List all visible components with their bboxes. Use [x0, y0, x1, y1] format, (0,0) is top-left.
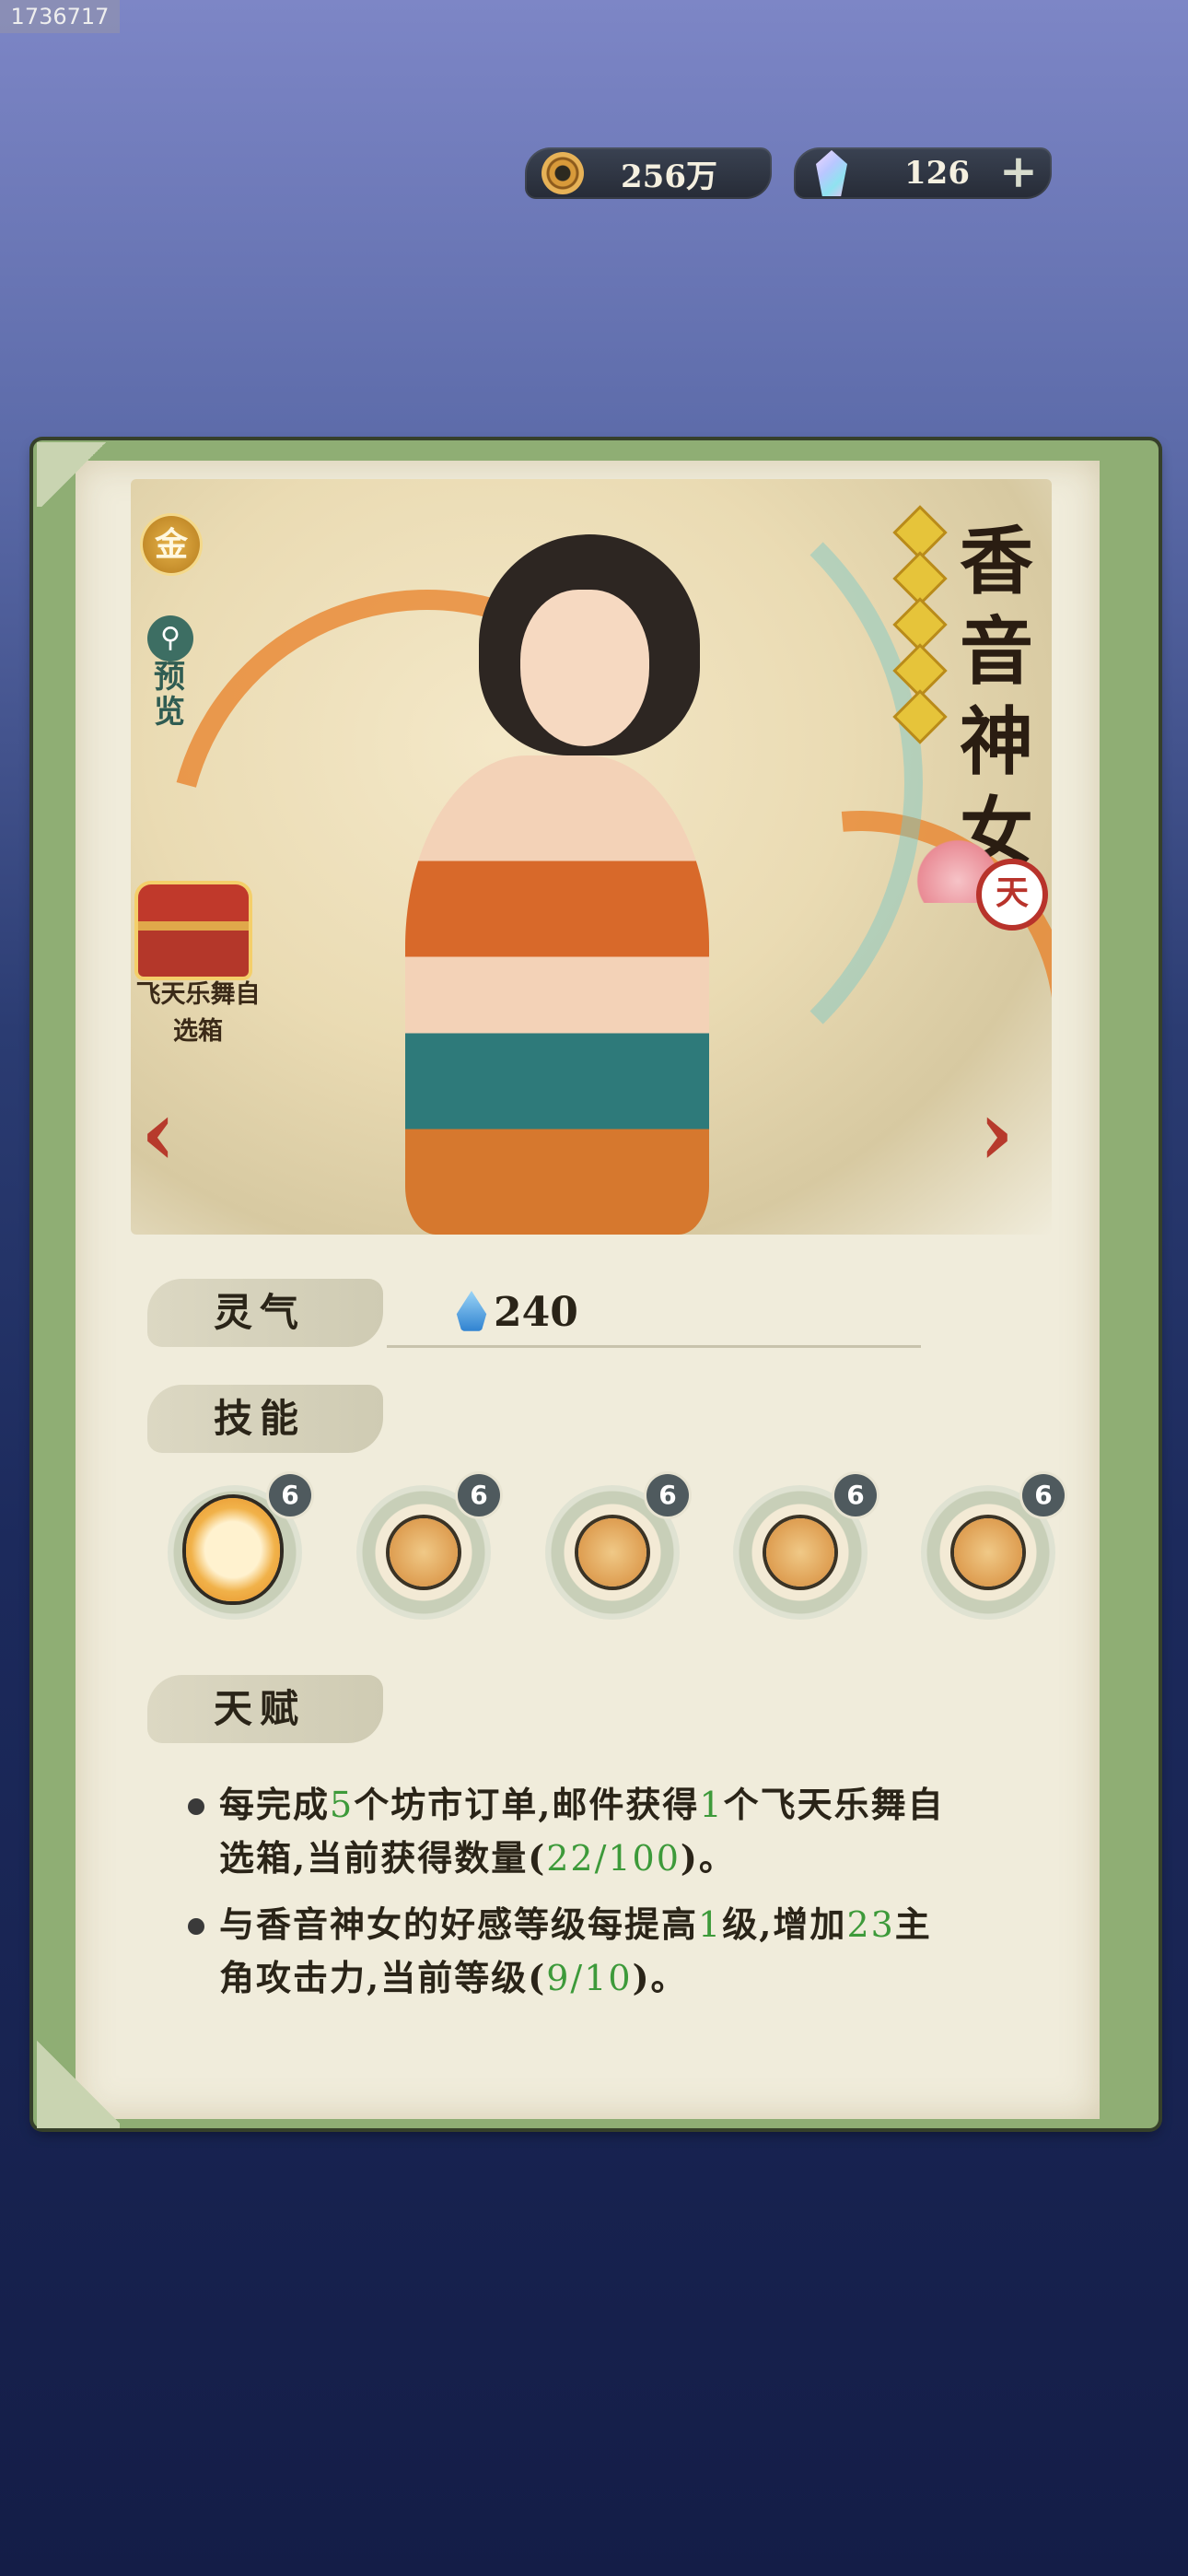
dancer-face: [520, 590, 649, 746]
skill-slot-3[interactable]: 6: [545, 1474, 689, 1620]
talent-list: 每完成5个坊市订单,邮件获得1个飞天乐舞自选箱,当前获得数量(22/100)。 …: [184, 1778, 949, 2018]
skill-slot-5[interactable]: 6: [921, 1474, 1065, 1620]
talent-progress: 22/100: [546, 1838, 681, 1879]
skill-level-badge: 6: [269, 1474, 311, 1516]
skill-slot-4[interactable]: 6: [733, 1474, 877, 1620]
skill-level-badge: 6: [458, 1474, 500, 1516]
coin-amount: 256万: [621, 158, 717, 195]
character-name: 香音神女: [960, 518, 1033, 875]
talent-number: 1: [699, 1785, 724, 1825]
skills-label: 技能: [147, 1385, 383, 1453]
cloud-bun-icon: [766, 1518, 834, 1587]
basket-icon: [578, 1518, 646, 1587]
chest-label[interactable]: 飞天乐舞自选箱: [129, 977, 267, 1050]
element-seal-badge: 天: [976, 859, 1048, 931]
talent-label: 天赋: [147, 1675, 383, 1743]
talent-number: 5: [330, 1785, 355, 1825]
talent-number: 1: [698, 1904, 723, 1945]
star-icon: [896, 509, 944, 556]
skill-level-badge: 6: [834, 1474, 877, 1516]
scroll-fold-corner: [37, 442, 111, 507]
star-rating: [896, 509, 944, 746]
talent-item: 每完成5个坊市订单,邮件获得1个飞天乐舞自选箱,当前获得数量(22/100)。: [184, 1778, 949, 1885]
prev-character-arrow[interactable]: ‹: [131, 1089, 186, 1177]
pipa-lute-icon: [390, 1518, 458, 1587]
skills-row: 6 6 6 6 6: [168, 1474, 1070, 1642]
talent-text: )。: [632, 1957, 688, 1998]
talent-progress: 9/10: [546, 1958, 633, 1998]
lingqi-value: 240: [494, 1288, 578, 1336]
water-drop-icon: [456, 1291, 487, 1331]
skill-slot-2[interactable]: 6: [356, 1474, 500, 1620]
skill-slot-1[interactable]: 6: [168, 1474, 311, 1620]
rarity-gold-badge: 金: [143, 516, 200, 573]
cat-icon: [954, 1518, 1022, 1587]
character-portrait-icon: [186, 1498, 280, 1601]
star-icon: [896, 693, 944, 741]
talent-item: 与香音神女的好感等级每提高1级,增加23主角攻击力,当前等级(9/10)。: [184, 1898, 949, 2005]
talent-number: 23: [846, 1904, 895, 1945]
star-icon: [896, 555, 944, 603]
talent-text: 级,增加: [722, 1903, 847, 1945]
preview-button-label[interactable]: 预览: [151, 660, 188, 730]
talent-text: 每完成: [219, 1784, 331, 1825]
watermark-id: 1736717: [0, 0, 120, 33]
lingqi-label: 灵气: [147, 1279, 383, 1347]
crystal-gem-icon: [816, 150, 847, 196]
preview-magnifier-icon[interactable]: ⚲: [147, 615, 193, 662]
skill-level-badge: 6: [646, 1474, 689, 1516]
gem-amount: 126: [904, 155, 970, 192]
copper-coin-icon: [542, 152, 584, 194]
talent-text: 与香音神女的好感等级每提高: [219, 1903, 699, 1945]
lingqi-value-row: 240: [387, 1279, 921, 1348]
talent-text: )。: [680, 1837, 736, 1879]
add-gems-button[interactable]: +: [998, 148, 1039, 194]
star-icon: [896, 601, 944, 649]
star-icon: [896, 647, 944, 695]
scroll-fold-corner: [37, 2036, 120, 2128]
dancer-figure: [405, 755, 709, 1235]
skill-level-badge: 6: [1022, 1474, 1065, 1516]
gem-balance: 126 +: [794, 147, 1052, 199]
coin-balance: 256万: [525, 147, 772, 199]
treasure-chest-icon[interactable]: [138, 884, 249, 977]
next-character-arrow[interactable]: ›: [969, 1089, 1024, 1177]
talent-text: 个坊市订单,邮件获得: [354, 1784, 700, 1825]
